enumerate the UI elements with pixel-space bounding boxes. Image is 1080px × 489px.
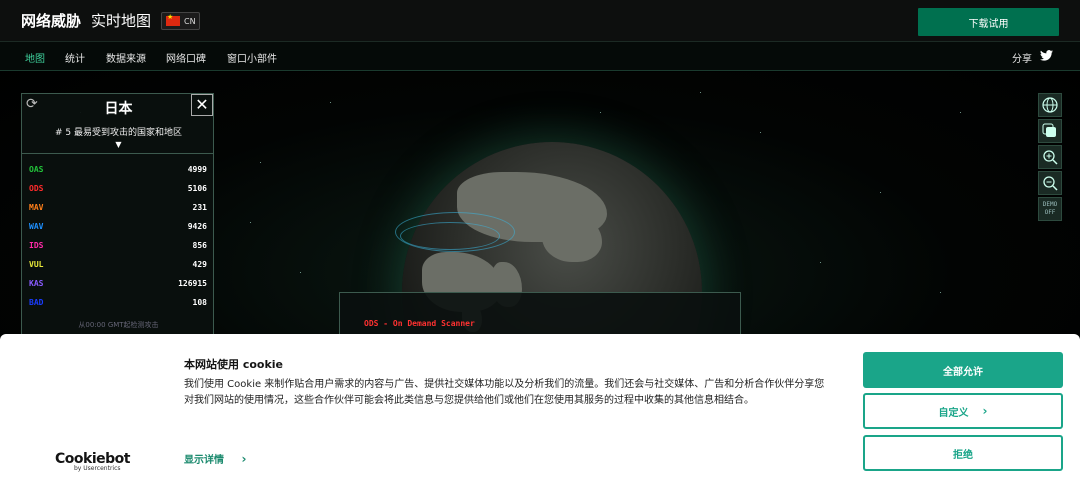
chevron-right-icon: › — [241, 452, 247, 466]
stat-value: 126915 — [178, 279, 207, 288]
stat-row[interactable]: BAD 108 — [29, 295, 207, 311]
allow-all-button[interactable]: 全部允许 — [863, 352, 1063, 388]
stat-key: OAS — [29, 165, 44, 174]
stat-row[interactable]: IDS 856 — [29, 238, 207, 254]
language-code: CN — [184, 16, 196, 26]
zoom-out-icon[interactable] — [1038, 171, 1062, 195]
demo-label: DEMO — [1042, 201, 1058, 208]
brand-subtitle[interactable]: 实时地图 — [91, 10, 151, 31]
nav-item-buzz[interactable]: 网络口碑 — [166, 50, 206, 65]
stat-key: VUL — [29, 260, 44, 269]
country-rank: # 5 最易受到攻击的国家和地区 — [55, 128, 182, 138]
cookie-title: 本网站使用 cookie — [184, 358, 284, 371]
country-name: 日本 — [104, 101, 133, 117]
stat-row[interactable]: OAS 4999 — [29, 162, 207, 178]
stat-key: ODS — [29, 184, 44, 193]
stat-value: 5106 — [187, 184, 207, 193]
stat-row[interactable]: WAV 9426 — [29, 219, 207, 235]
zoom-in-icon[interactable] — [1038, 145, 1062, 169]
nav-bar: 地图 统计 数据来源 网络口碑 窗口小部件 分享 — [0, 42, 1080, 71]
nav-item-map[interactable]: 地图 — [25, 50, 45, 65]
caret-down-icon[interactable]: ▼ — [22, 140, 215, 149]
close-icon[interactable]: ✕ — [191, 94, 213, 116]
stat-row[interactable]: KAS 126915 — [29, 276, 207, 292]
download-trial-button[interactable]: 下载试用 — [918, 8, 1059, 36]
stat-row[interactable]: MAV 231 — [29, 200, 207, 216]
stat-value: 231 — [192, 203, 207, 212]
reject-button[interactable]: 拒绝 — [863, 435, 1063, 471]
chevron-right-icon: › — [982, 404, 988, 418]
customize-button[interactable]: 自定义 › — [863, 393, 1063, 429]
layers-icon[interactable] — [1038, 119, 1062, 143]
demo-state: OFF — [1044, 209, 1056, 216]
show-details-link[interactable]: 显示详情 › — [184, 451, 246, 466]
stat-row[interactable]: ODS 5106 — [29, 181, 207, 197]
stat-key: MAV — [29, 203, 44, 212]
country-stats-panel: ⟳ 日本 ✕ # 5 最易受到攻击的国家和地区 ▼ OAS 4999 ODS 5106… — [21, 93, 214, 338]
stat-key: BAD — [29, 298, 44, 307]
info-text: ODS - On Demand Scanner — [364, 319, 475, 328]
globe-view-icon[interactable] — [1038, 93, 1062, 117]
stat-value: 429 — [192, 260, 207, 269]
stat-key: KAS — [29, 279, 44, 288]
stat-value: 856 — [192, 241, 207, 250]
stat-value: 4999 — [187, 165, 207, 174]
china-flag-icon — [166, 13, 180, 26]
cookiebot-logo-sub: by Usercentrics — [74, 465, 121, 472]
demo-toggle[interactable]: DEMO OFF — [1038, 197, 1062, 221]
stat-row[interactable]: VUL 429 — [29, 257, 207, 273]
cookie-banner: Cookiebot by Usercentrics 本网站使用 cookie 我… — [0, 334, 1080, 489]
nav-item-statistics[interactable]: 统计 — [65, 50, 85, 65]
stat-key: IDS — [29, 241, 44, 250]
customize-label: 自定义 — [938, 407, 969, 419]
nav-item-widget[interactable]: 窗口小部件 — [227, 50, 277, 65]
brand-title[interactable]: 网络威胁 — [21, 10, 81, 31]
share-link[interactable]: 分享 — [1012, 50, 1032, 65]
language-selector[interactable]: CN — [161, 12, 200, 30]
stat-value: 108 — [192, 298, 207, 307]
show-details-label: 显示详情 — [184, 455, 224, 466]
cookie-body: 我们使用 Cookie 来制作贴合用户需求的内容与广告、提供社交媒体功能以及分析… — [184, 379, 825, 406]
nav-item-data-sources[interactable]: 数据来源 — [106, 50, 146, 65]
stats-header: ⟳ 日本 ✕ # 5 最易受到攻击的国家和地区 ▼ — [22, 94, 213, 154]
since-note: 从00:00 GMT起检测攻击 — [78, 321, 159, 329]
top-bar: 网络威胁 实时地图 CN 下载试用 — [0, 0, 1080, 42]
twitter-icon[interactable] — [1040, 50, 1053, 64]
stat-value: 9426 — [187, 222, 207, 231]
stat-key: WAV — [29, 222, 44, 231]
